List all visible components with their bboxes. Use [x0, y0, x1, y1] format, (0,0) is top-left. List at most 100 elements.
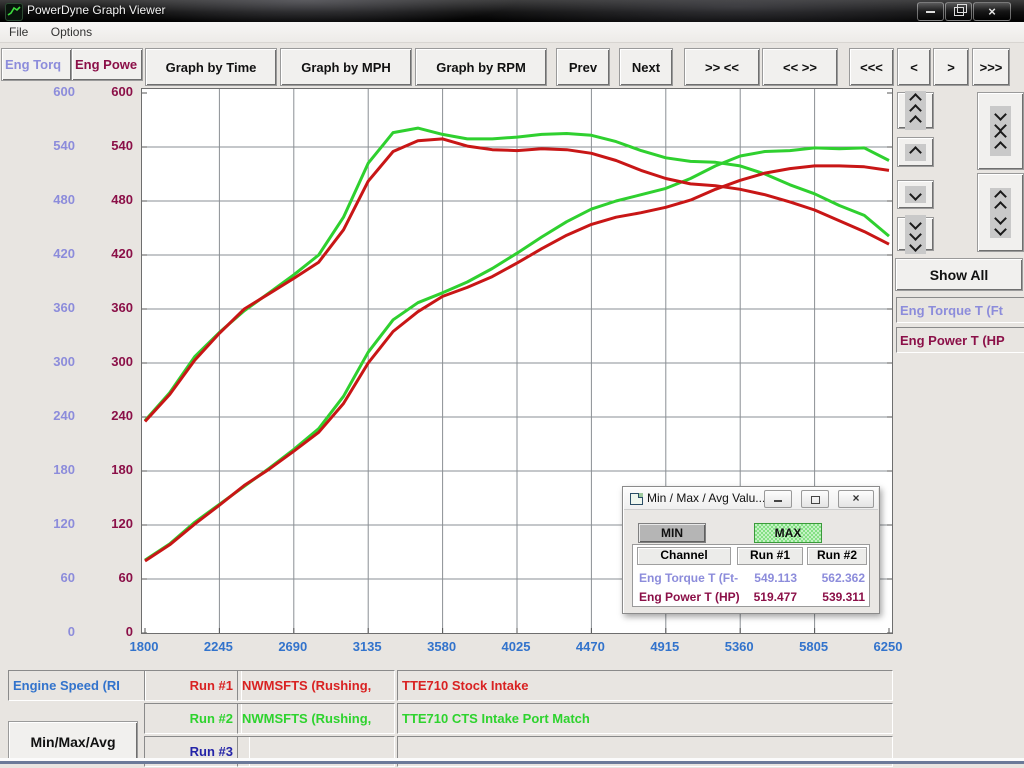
power-tick-label: 540 — [92, 138, 133, 154]
minmax-window: Min / Max / Avg Valu... × MIN MAX Channe… — [622, 486, 880, 614]
minmaxavg-button[interactable]: Min/Max/Avg — [8, 721, 138, 762]
torque-tick-label: 360 — [20, 300, 75, 316]
run1-label-box: Run #1 — [144, 670, 242, 701]
column-header-run2[interactable]: Run #2 — [807, 547, 867, 565]
power-tick-label: 180 — [92, 462, 133, 478]
power-tick-label: 60 — [92, 570, 133, 586]
torque-tick-label: 420 — [20, 246, 75, 262]
power-max-run2: 539.311 — [805, 590, 865, 604]
window-title: PowerDyne Graph Viewer — [27, 3, 166, 17]
power-tick-label: 240 — [92, 408, 133, 424]
minmax-titlebar[interactable]: Min / Max / Avg Valu... × — [624, 488, 878, 510]
rpm-tick-label: 2245 — [196, 639, 240, 654]
torque-axis-ticks: 600540480420360300240180120600 — [20, 88, 75, 632]
menu-file[interactable]: File — [0, 22, 37, 39]
minimize-icon — [774, 497, 782, 502]
y-scroll-up-button[interactable] — [897, 137, 934, 167]
prev-button[interactable]: Prev — [556, 48, 610, 86]
power-tick-label: 420 — [92, 246, 133, 262]
minmax-maximize-button[interactable] — [801, 490, 829, 508]
minimize-button[interactable] — [917, 2, 944, 21]
rpm-tick-label: 5805 — [792, 639, 836, 654]
chevrons-collapse-vertical-icon — [990, 106, 1011, 156]
scroll-right-fast-button[interactable]: >>> — [972, 48, 1010, 86]
torque-tick-label: 480 — [20, 192, 75, 208]
minmax-title: Min / Max / Avg Valu... — [647, 491, 765, 505]
close-button[interactable]: × — [973, 2, 1011, 21]
legend-eng-power[interactable]: Eng Power T (HP — [896, 327, 1024, 353]
title-bar[interactable]: PowerDyne Graph Viewer × — [0, 0, 1024, 22]
rpm-tick-label: 5360 — [717, 639, 761, 654]
run1-desc-box: TTE710 Stock Intake — [397, 670, 893, 701]
y-scroll-down-button[interactable] — [897, 180, 934, 209]
app-icon — [5, 3, 23, 21]
chevron-triple-up-icon — [905, 91, 926, 130]
run2-dyno-box: NWMSFTS (Rushing, — [237, 703, 395, 734]
window-bottom-border — [0, 761, 1024, 764]
max-button[interactable]: MAX — [754, 523, 822, 543]
chevron-down-icon — [905, 186, 926, 203]
rpm-tick-label: 4470 — [568, 639, 612, 654]
graph-by-rpm-button[interactable]: Graph by RPM — [415, 48, 547, 86]
torque-tick-label: 600 — [20, 84, 75, 100]
torque-tick-label: 540 — [20, 138, 75, 154]
minmax-minimize-button[interactable] — [764, 490, 792, 508]
maximize-icon — [811, 496, 820, 504]
power-tick-label: 600 — [92, 84, 133, 100]
zoom-out-x-button[interactable]: << >> — [762, 48, 838, 86]
power-tick-label: 120 — [92, 516, 133, 532]
restore-icon — [954, 7, 964, 16]
y-zoom-in-button[interactable] — [977, 92, 1024, 170]
rpm-tick-label: 3135 — [345, 639, 389, 654]
torque-tick-label: 180 — [20, 462, 75, 478]
legend-eng-torque[interactable]: Eng Torque T (Ft — [896, 297, 1024, 323]
show-all-button[interactable]: Show All — [895, 258, 1023, 291]
y-scroll-up-fast-button[interactable] — [897, 92, 934, 129]
scroll-left-fast-button[interactable]: <<< — [849, 48, 894, 86]
graph-by-time-button[interactable]: Graph by Time — [145, 48, 277, 86]
maximize-button[interactable] — [945, 2, 972, 21]
run1-dyno-box: NWMSFTS (Rushing, — [237, 670, 395, 701]
tab-eng-power[interactable]: Eng Powe — [71, 48, 143, 81]
row-power-channel: Eng Power T (HP) — [639, 590, 740, 604]
chevrons-expand-vertical-icon — [990, 188, 1011, 238]
menu-options[interactable]: Options — [42, 22, 101, 39]
next-button[interactable]: Next — [619, 48, 673, 86]
scroll-left-button[interactable]: < — [897, 48, 931, 86]
run2-label-box: Run #2 — [144, 703, 242, 734]
app-window: PowerDyne Graph Viewer × File Options En… — [0, 0, 1024, 768]
torque-max-run1: 549.113 — [737, 571, 797, 585]
torque-tick-label: 120 — [20, 516, 75, 532]
column-header-channel[interactable]: Channel — [637, 547, 731, 565]
y-scroll-down-fast-button[interactable] — [897, 217, 934, 251]
chevron-up-icon — [905, 144, 926, 161]
torque-tick-label: 60 — [20, 570, 75, 586]
close-icon: × — [988, 4, 996, 19]
scroll-right-button[interactable]: > — [933, 48, 969, 86]
power-tick-label: 300 — [92, 354, 133, 370]
torque-tick-label: 240 — [20, 408, 75, 424]
run2-desc-box: TTE710 CTS Intake Port Match — [397, 703, 893, 734]
power-tick-label: 480 — [92, 192, 133, 208]
x-axis-channel-box: Engine Speed (RI — [8, 670, 146, 701]
torque-tick-label: 0 — [20, 624, 75, 640]
minimize-icon — [926, 8, 935, 13]
close-icon: × — [852, 491, 859, 505]
rpm-tick-label: 3580 — [420, 639, 464, 654]
rpm-axis-ticks: 1800224526903135358040254470491553605805… — [141, 639, 901, 656]
rpm-tick-label: 4025 — [494, 639, 538, 654]
rpm-tick-label: 2690 — [271, 639, 315, 654]
column-header-run1[interactable]: Run #1 — [737, 547, 803, 565]
tab-eng-torque[interactable]: Eng Torq — [1, 48, 72, 81]
zoom-in-x-button[interactable]: >> << — [684, 48, 760, 86]
y-zoom-out-button[interactable] — [977, 173, 1024, 252]
minmax-close-button[interactable]: × — [838, 490, 874, 508]
torque-max-run2: 562.362 — [805, 571, 865, 585]
min-button[interactable]: MIN — [638, 523, 706, 543]
form-icon — [630, 493, 643, 505]
power-axis-ticks: 600540480420360300240180120600 — [92, 88, 133, 632]
graph-by-mph-button[interactable]: Graph by MPH — [280, 48, 412, 86]
menu-bar: File Options — [0, 22, 1024, 43]
power-tick-label: 0 — [92, 624, 133, 640]
minmax-table: Channel Run #1 Run #2 Eng Torque T (Ft- … — [632, 544, 870, 607]
